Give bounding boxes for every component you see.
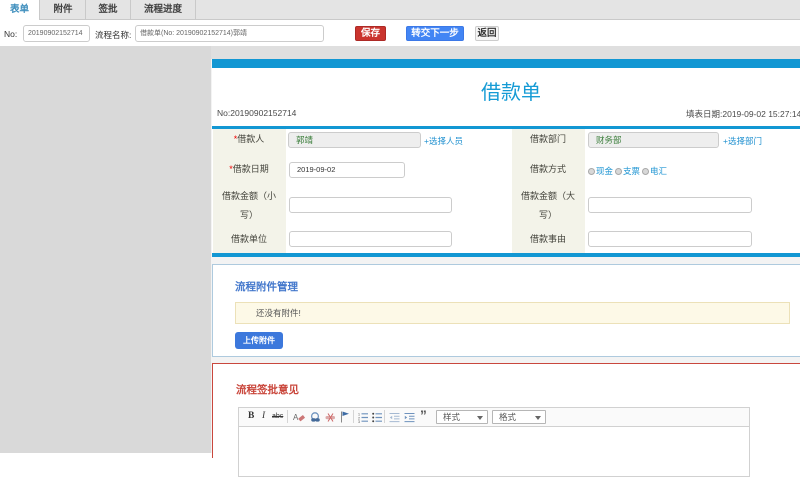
svg-text:A: A <box>293 413 299 422</box>
svg-text:3: 3 <box>358 420 360 423</box>
